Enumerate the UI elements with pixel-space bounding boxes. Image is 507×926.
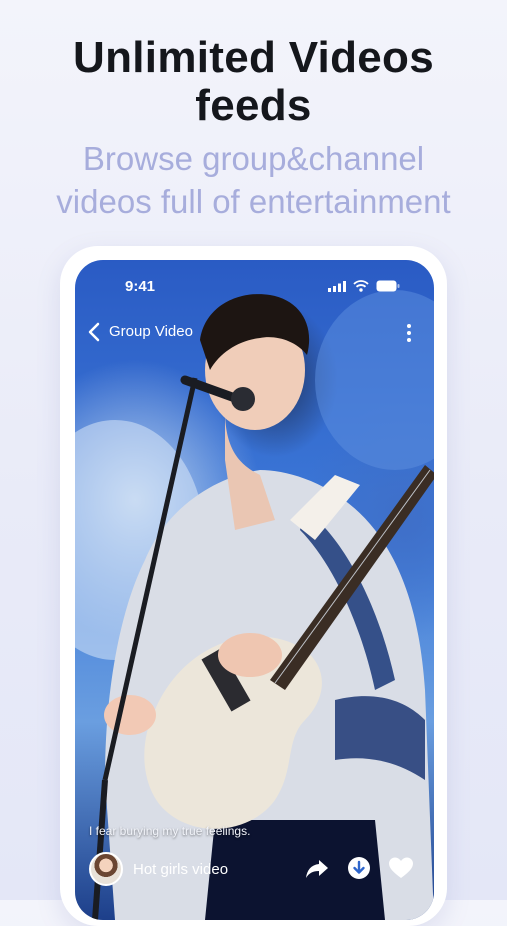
video-screen[interactable]: 9:41 Group Video I fear burying my true …	[75, 260, 434, 920]
signal-icon	[328, 280, 346, 292]
hero-title-line-1: Unlimited Videos	[73, 33, 434, 82]
status-bar: 9:41	[75, 260, 434, 310]
status-icons	[328, 280, 400, 292]
more-vertical-icon[interactable]	[404, 321, 414, 345]
video-caption: I fear burying my true feelings.	[89, 824, 251, 838]
hero-title-line-2: feeds	[195, 81, 312, 130]
nav-title: Group Video	[109, 323, 193, 340]
author-name[interactable]: Hot girls video	[133, 861, 228, 878]
hero-subtitle-line-1: Browse group&channel	[82, 140, 425, 177]
hero-subtitle-line-2: videos full of entertainment	[56, 183, 451, 220]
download-icon[interactable]	[345, 854, 373, 882]
status-time: 9:41	[125, 278, 156, 295]
hero-title: Unlimited Videos feeds	[0, 34, 507, 130]
video-bottom-bar: Hot girls video	[75, 850, 434, 896]
author-avatar[interactable]	[89, 852, 123, 886]
performer-image	[75, 290, 434, 920]
back-chevron-icon[interactable]	[85, 320, 105, 344]
battery-icon	[376, 280, 400, 292]
wifi-icon	[353, 280, 369, 292]
share-icon[interactable]	[303, 854, 331, 882]
heart-icon[interactable]	[387, 854, 415, 882]
hero-subtitle: Browse group&channel videos full of ente…	[0, 137, 507, 223]
video-nav-bar: Group Video	[75, 318, 434, 348]
